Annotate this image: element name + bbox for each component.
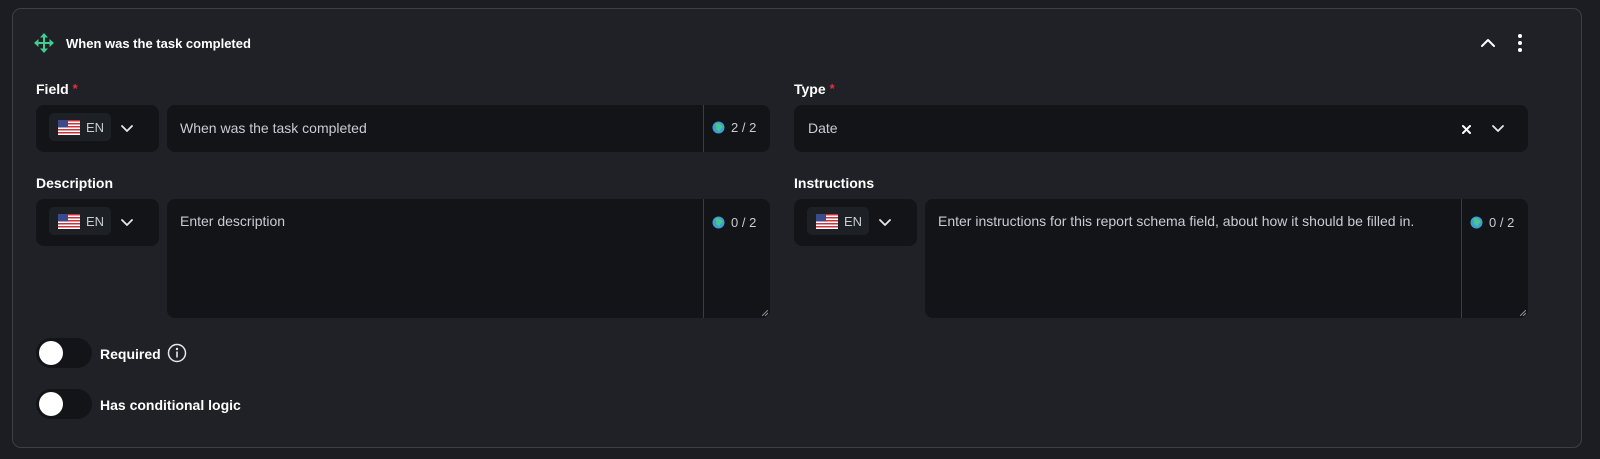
translation-count: 2 / 2 bbox=[731, 120, 757, 135]
resize-handle-icon[interactable] bbox=[762, 310, 768, 316]
chevron-down-icon[interactable] bbox=[120, 124, 134, 134]
divider bbox=[1461, 199, 1462, 318]
field-title: When was the task completed bbox=[66, 36, 251, 51]
description-language-selector[interactable]: EN bbox=[36, 199, 159, 246]
conditional-logic-label: Has conditional logic bbox=[100, 397, 241, 413]
divider bbox=[703, 199, 704, 318]
more-vertical-icon[interactable] bbox=[1513, 33, 1527, 53]
resize-handle-icon[interactable] bbox=[1520, 310, 1526, 316]
instructions-placeholder[interactable]: Enter instructions for this report schem… bbox=[938, 213, 1414, 229]
required-asterisk: * bbox=[72, 81, 78, 96]
field-language-selector[interactable]: EN bbox=[36, 105, 159, 152]
schema-field-card: When was the task completed Field * EN Wh… bbox=[12, 8, 1582, 448]
translation-counter: 0 / 2 bbox=[712, 215, 756, 230]
field-label: Field * bbox=[36, 81, 78, 97]
chevron-down-icon[interactable] bbox=[120, 218, 134, 228]
divider bbox=[703, 105, 704, 152]
translation-counter: 0 / 2 bbox=[1470, 215, 1514, 230]
translation-counter: 2 / 2 bbox=[712, 120, 756, 135]
language-code: EN bbox=[86, 213, 105, 229]
us-flag-icon bbox=[58, 119, 80, 135]
field-label-text: Field bbox=[36, 81, 69, 97]
required-asterisk: * bbox=[829, 81, 835, 96]
instructions-label: Instructions bbox=[794, 175, 875, 191]
us-flag-icon bbox=[816, 213, 838, 229]
clear-icon[interactable] bbox=[1461, 124, 1472, 135]
description-placeholder[interactable]: Enter description bbox=[180, 213, 285, 229]
translation-count: 0 / 2 bbox=[1489, 215, 1515, 230]
field-name-input[interactable]: When was the task completed 2 / 2 bbox=[167, 105, 770, 152]
language-button[interactable]: EN bbox=[49, 113, 111, 141]
instructions-language-selector[interactable]: EN bbox=[794, 199, 917, 246]
toggle-knob bbox=[39, 392, 63, 416]
chevron-down-icon[interactable] bbox=[1491, 124, 1505, 134]
conditional-logic-toggle[interactable] bbox=[36, 389, 92, 419]
type-value: Date bbox=[808, 120, 838, 136]
language-button[interactable]: EN bbox=[49, 207, 111, 235]
globe-icon bbox=[712, 216, 725, 229]
type-select[interactable]: Date bbox=[794, 105, 1528, 152]
instructions-textarea[interactable]: Enter instructions for this report schem… bbox=[925, 199, 1528, 318]
chevron-up-icon[interactable] bbox=[1479, 35, 1497, 51]
language-button[interactable]: EN bbox=[807, 207, 869, 235]
required-label: Required bbox=[100, 346, 161, 362]
chevron-down-icon[interactable] bbox=[878, 218, 892, 228]
description-textarea[interactable]: Enter description 0 / 2 bbox=[167, 199, 770, 318]
globe-icon bbox=[1470, 216, 1483, 229]
field-name-value[interactable]: When was the task completed bbox=[180, 120, 367, 136]
language-code: EN bbox=[86, 119, 105, 135]
info-icon[interactable] bbox=[167, 343, 187, 363]
required-toggle[interactable] bbox=[36, 338, 92, 368]
language-code: EN bbox=[844, 213, 863, 229]
type-label-text: Type bbox=[794, 81, 826, 97]
translation-count: 0 / 2 bbox=[731, 215, 757, 230]
type-label: Type * bbox=[794, 81, 835, 97]
move-icon[interactable] bbox=[34, 33, 54, 53]
us-flag-icon bbox=[58, 213, 80, 229]
globe-icon bbox=[712, 121, 725, 134]
description-label: Description bbox=[36, 175, 114, 191]
toggle-knob bbox=[39, 341, 63, 365]
